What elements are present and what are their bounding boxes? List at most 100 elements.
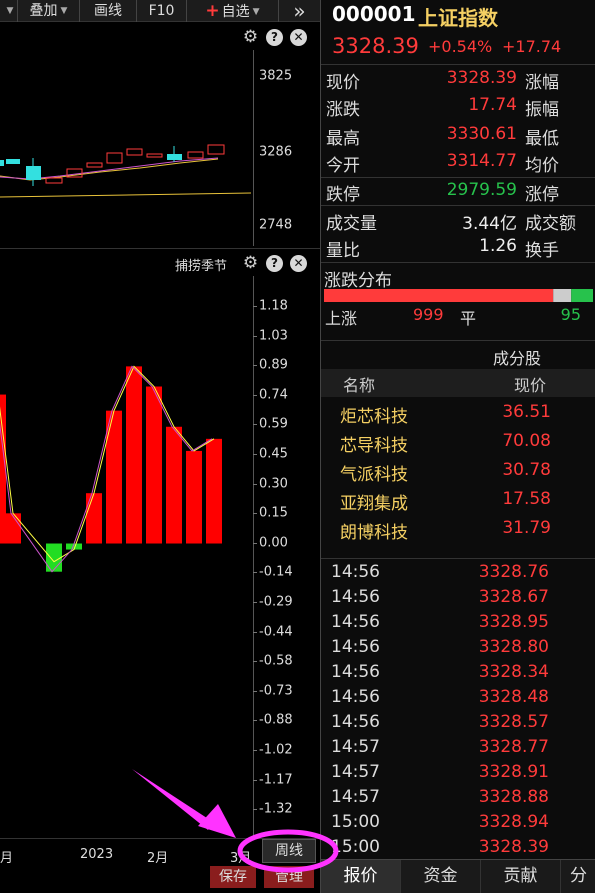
quote-row-value: 3328.39: [446, 68, 517, 88]
indicator-axis-line: [253, 276, 254, 836]
quote-row-value: 3330.61: [446, 124, 517, 144]
constituent-name: 亚翔集成: [340, 494, 408, 514]
constituent-name: 朗博科技: [340, 523, 408, 543]
overlay-button[interactable]: 叠加 ▼: [18, 0, 80, 22]
candle: [126, 148, 143, 156]
column-header-name[interactable]: 名称: [343, 372, 375, 396]
tick-time: 14:57: [331, 762, 380, 782]
help-icon[interactable]: ?: [266, 29, 283, 46]
plus-icon: +: [205, 1, 220, 21]
quote-row-label: 换手: [525, 241, 559, 261]
tick-row: 14:57 3328.88: [321, 787, 595, 812]
kline-axis-line: [253, 50, 254, 246]
xaxis-label: 3月: [230, 851, 252, 866]
axis-tick: [253, 424, 257, 426]
constituent-row[interactable]: 芯导科技 70.08: [321, 429, 595, 458]
indicator-bar: [206, 438, 222, 544]
indicator-axis-label: 0.30: [259, 476, 288, 492]
distribution-title: 涨跌分布: [324, 271, 392, 291]
candle: [146, 153, 163, 158]
tick-price: 3328.94: [478, 812, 549, 832]
close-icon[interactable]: ✕: [290, 29, 307, 46]
indicator-axis-label: -0.29: [259, 594, 293, 610]
axis-tick: [253, 690, 257, 692]
axis-tick: [253, 631, 257, 633]
constituent-price: 36.51: [502, 402, 551, 422]
distribution-flat-segment: [553, 289, 572, 302]
more-icon[interactable]: »: [279, 0, 320, 22]
stock-name: 上证指数: [418, 6, 498, 30]
distribution-down-count: 95: [560, 305, 581, 324]
quote-row-value: 17.74: [468, 95, 517, 115]
quote-row-value: 3314.77: [446, 151, 517, 171]
weekly-period-button[interactable]: 周线: [262, 839, 316, 863]
axis-tick: [253, 750, 257, 751]
help-icon[interactable]: ?: [266, 255, 283, 272]
close-icon[interactable]: ✕: [290, 255, 307, 272]
tick-row: 14:56 3328.76: [321, 562, 595, 587]
candle: [207, 144, 225, 155]
indicator-bar: [46, 543, 62, 572]
pane-separator: [0, 248, 320, 249]
axis-tick: [253, 720, 257, 722]
indicator-axis-label: -0.58: [259, 653, 293, 669]
candle: [45, 177, 63, 184]
indicator-axis-label: 0.15: [259, 505, 288, 521]
quote-row-label: 振幅: [525, 100, 559, 120]
constituents-title: 成分股: [493, 349, 542, 368]
quote-row-label: 跌停: [326, 185, 360, 205]
column-header-price[interactable]: 现价: [514, 372, 546, 396]
tick-price: 3328.48: [478, 687, 549, 707]
toolbar-dropdown-partial[interactable]: ▼: [0, 0, 18, 22]
tick-time: 14:56: [331, 587, 380, 607]
indicator-bar: [186, 450, 202, 544]
kline-price-label: 3825: [259, 68, 293, 84]
constituent-row[interactable]: 朗博科技 31.79: [321, 516, 595, 545]
tab-quote[interactable]: 报价: [321, 860, 401, 893]
quote-row-value: 3.44亿: [462, 214, 517, 234]
constituent-name: 炬芯科技: [340, 407, 408, 427]
quote-row-value: 1.26: [479, 236, 517, 256]
constituent-price: 70.08: [502, 431, 551, 451]
tick-time: 14:56: [331, 562, 380, 582]
axis-tick: [253, 779, 257, 781]
indicator-axis-label: 1.03: [259, 328, 288, 344]
divider: [321, 205, 595, 206]
tab-contribution[interactable]: 贡献: [481, 860, 561, 893]
watchlist-button[interactable]: + 自选 ▼: [187, 0, 279, 22]
tick-row: 14:57 3328.77: [321, 737, 595, 762]
tab-funds[interactable]: 资金: [401, 860, 481, 893]
constituent-row[interactable]: 炬芯科技 36.51: [321, 400, 595, 429]
axis-tick: [253, 542, 257, 544]
quote-row-label: 今开: [326, 156, 360, 176]
quote-row-label: 最高: [326, 129, 360, 149]
quote-pane: 000001 上证指数 3328.39 +0.54% +17.74 现价 3328…: [320, 0, 595, 893]
draw-line-button[interactable]: 画线: [80, 0, 137, 22]
indicator-axis-label: 1.18: [259, 298, 288, 314]
change-percent: +0.54%: [428, 37, 493, 56]
constituent-price: 17.58: [502, 489, 551, 509]
chart-pane: ▼ 叠加 ▼ 画线 F10 + 自选 ▼ » ⚙ ? ✕ 3825 3286 2748: [0, 0, 320, 893]
divider: [321, 177, 595, 178]
distribution-down-segment: [571, 289, 593, 302]
indicator-axis-label: 0.89: [259, 357, 288, 373]
indicator-axis-label: -0.44: [259, 624, 293, 640]
distribution-up-count: 999: [413, 305, 444, 324]
axis-tick: [253, 454, 257, 455]
gear-icon[interactable]: ⚙: [242, 29, 259, 46]
tick-price: 3328.76: [478, 562, 549, 582]
kline-candles: [0, 144, 252, 198]
save-button[interactable]: 保存: [210, 866, 256, 888]
f10-button[interactable]: F10: [137, 0, 187, 22]
current-price: 3328.39: [332, 34, 419, 58]
xaxis-label: 2月: [147, 851, 169, 866]
tick-time: 14:56: [331, 637, 380, 657]
quote-row-label: 现价: [326, 73, 360, 93]
tab-partial[interactable]: 分: [561, 860, 595, 893]
axis-tick: [253, 602, 257, 603]
constituent-row[interactable]: 气派科技 30.78: [321, 458, 595, 487]
manage-button[interactable]: 管理: [264, 866, 314, 888]
indicator-axis-label: 0.45: [259, 446, 288, 462]
axis-tick: [253, 306, 257, 307]
constituent-row[interactable]: 亚翔集成 17.58: [321, 487, 595, 516]
